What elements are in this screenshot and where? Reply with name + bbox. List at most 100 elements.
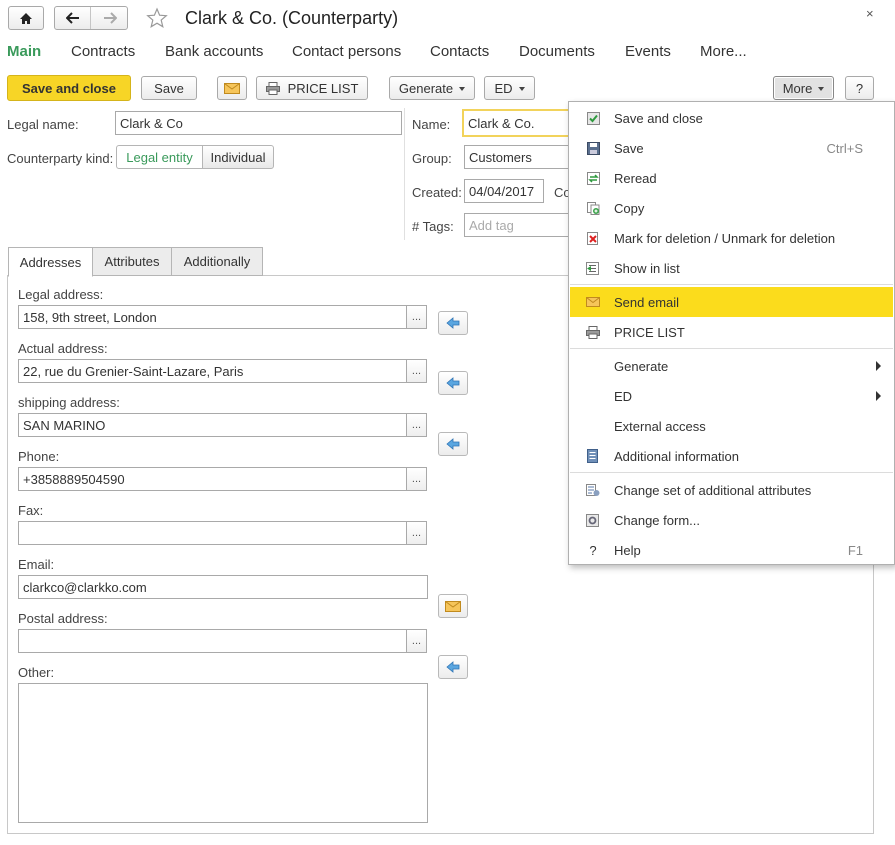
created-field[interactable]: 04/04/2017 bbox=[464, 179, 544, 203]
name-field[interactable]: Clark & Co. bbox=[462, 109, 572, 137]
nav-tab-more[interactable]: More... bbox=[700, 43, 747, 60]
save-and-close-button[interactable]: Save and close bbox=[7, 75, 131, 101]
more-label: More bbox=[782, 80, 813, 96]
shipping-address-field[interactable]: SAN MARINO bbox=[18, 413, 407, 437]
email-field[interactable]: clarkco@clarkko.com bbox=[18, 575, 428, 599]
submenu-arrow-icon bbox=[876, 391, 881, 401]
arrow-left-fill-icon bbox=[446, 377, 460, 389]
arrow-right-icon bbox=[104, 12, 117, 24]
group-field[interactable]: Customers bbox=[464, 145, 572, 169]
favorite-star-icon[interactable] bbox=[146, 7, 168, 32]
postal-address-field[interactable] bbox=[18, 629, 407, 653]
menu-item-label: Copy bbox=[614, 200, 645, 216]
menu-item-label: ED bbox=[614, 388, 633, 404]
menu-item-label: Generate bbox=[614, 358, 669, 374]
nav-tab-main[interactable]: Main bbox=[7, 43, 41, 60]
nav-tab-bank-accounts[interactable]: Bank accounts bbox=[165, 43, 263, 60]
save-close-icon bbox=[586, 111, 600, 125]
actual-address-field[interactable]: 22, rue du Grenier-Saint-Lazare, Paris bbox=[18, 359, 407, 383]
price-list-button[interactable]: PRICE LIST bbox=[256, 76, 368, 100]
menu-item-label: Send email bbox=[614, 294, 680, 310]
legal-address-select-button[interactable]: ... bbox=[406, 305, 427, 329]
back-button[interactable] bbox=[55, 7, 91, 29]
fax-field[interactable] bbox=[18, 521, 407, 545]
nav-tab-contact-persons[interactable]: Contact persons bbox=[292, 43, 401, 60]
send-email-button[interactable] bbox=[217, 76, 247, 100]
menu-item-shortcut: Ctrl+S bbox=[826, 140, 863, 156]
menu-item-ed[interactable]: ED bbox=[570, 381, 893, 411]
vertical-divider bbox=[404, 108, 405, 240]
send-email-side-button[interactable] bbox=[438, 594, 468, 618]
menu-item-label: Mark for deletion / Unmark for deletion bbox=[614, 230, 836, 246]
menu-item-label: Reread bbox=[614, 170, 657, 186]
menu-item-save-and-close[interactable]: Save and close bbox=[570, 103, 893, 133]
more-menu: Save and close Save Ctrl+S Reread Copy M… bbox=[568, 101, 895, 565]
menu-item-help[interactable]: ? Help F1 bbox=[570, 535, 893, 565]
kind-individual-option[interactable]: Individual bbox=[202, 145, 274, 169]
reread-icon bbox=[586, 171, 600, 185]
menu-item-send-email[interactable]: Send email bbox=[570, 287, 893, 317]
menu-item-change-form[interactable]: Change form... bbox=[570, 505, 893, 535]
menu-item-copy[interactable]: Copy bbox=[570, 193, 893, 223]
phone-field[interactable]: +3858889504590 bbox=[18, 467, 407, 491]
tab-additionally[interactable]: Additionally bbox=[171, 247, 263, 276]
phone-label: Phone: bbox=[18, 449, 60, 464]
help-button[interactable]: ? bbox=[845, 76, 874, 100]
save-button[interactable]: Save bbox=[141, 76, 197, 100]
menu-item-additional-information[interactable]: Additional information bbox=[570, 441, 893, 471]
menu-item-save[interactable]: Save Ctrl+S bbox=[570, 133, 893, 163]
menu-item-mark-for-deletion[interactable]: Mark for deletion / Unmark for deletion bbox=[570, 223, 893, 253]
tab-addresses[interactable]: Addresses bbox=[8, 247, 93, 277]
menu-item-reread[interactable]: Reread bbox=[570, 163, 893, 193]
info-list-icon bbox=[586, 449, 600, 463]
menu-item-label: Additional information bbox=[614, 448, 740, 464]
more-button[interactable]: More bbox=[773, 76, 834, 100]
copy-actual-address-button[interactable] bbox=[438, 371, 468, 395]
shipping-address-select-button[interactable]: ... bbox=[406, 413, 427, 437]
home-button[interactable] bbox=[8, 6, 44, 30]
menu-item-label: Show in list bbox=[614, 260, 680, 276]
legal-name-field[interactable]: Clark & Co bbox=[115, 111, 402, 135]
other-textarea[interactable] bbox=[18, 683, 428, 823]
generate-button[interactable]: Generate bbox=[389, 76, 475, 100]
menu-item-price-list[interactable]: PRICE LIST bbox=[570, 317, 893, 347]
kind-legal-entity-option[interactable]: Legal entity bbox=[116, 145, 203, 169]
nav-tab-contacts[interactable]: Contacts bbox=[430, 43, 489, 60]
copy-legal-address-button[interactable] bbox=[438, 311, 468, 335]
postal-address-select-button[interactable]: ... bbox=[406, 629, 427, 653]
ed-button[interactable]: ED bbox=[484, 76, 535, 100]
tags-label: # Tags: bbox=[412, 219, 454, 234]
nav-tab-events[interactable]: Events bbox=[625, 43, 671, 60]
fax-select-button[interactable]: ... bbox=[406, 521, 427, 545]
menu-separator bbox=[570, 284, 893, 285]
help-icon: ? bbox=[589, 542, 597, 558]
actual-address-label: Actual address: bbox=[18, 341, 108, 356]
copy-icon bbox=[586, 201, 600, 215]
actual-address-select-button[interactable]: ... bbox=[406, 359, 427, 383]
envelope-icon bbox=[586, 295, 600, 309]
menu-item-label: Save and close bbox=[614, 110, 703, 126]
menu-item-external-access[interactable]: External access bbox=[570, 411, 893, 441]
printer-icon bbox=[265, 81, 280, 95]
generate-label: Generate bbox=[398, 80, 454, 96]
menu-item-generate[interactable]: Generate bbox=[570, 351, 893, 381]
phone-select-button[interactable]: ... bbox=[406, 467, 427, 491]
arrow-left-icon bbox=[65, 12, 79, 24]
nav-tab-contracts[interactable]: Contracts bbox=[71, 43, 135, 60]
form-gear-icon bbox=[586, 513, 600, 527]
envelope-icon bbox=[224, 82, 240, 94]
nav-tab-documents[interactable]: Documents bbox=[519, 43, 595, 60]
tags-input[interactable]: Add tag bbox=[464, 213, 572, 237]
shipping-address-label: shipping address: bbox=[18, 395, 120, 410]
close-icon[interactable]: × bbox=[866, 6, 874, 21]
menu-item-change-attributes[interactable]: Change set of additional attributes bbox=[570, 475, 893, 505]
delete-mark-icon bbox=[586, 231, 600, 245]
menu-item-show-in-list[interactable]: Show in list bbox=[570, 253, 893, 283]
copy-shipping-address-button[interactable] bbox=[438, 432, 468, 456]
tab-attributes[interactable]: Attributes bbox=[92, 247, 172, 276]
legal-address-field[interactable]: 158, 9th street, London bbox=[18, 305, 407, 329]
copy-postal-address-button[interactable] bbox=[438, 655, 468, 679]
chevron-down-icon bbox=[518, 86, 525, 91]
legal-address-label: Legal address: bbox=[18, 287, 104, 302]
forward-button[interactable] bbox=[92, 7, 128, 29]
